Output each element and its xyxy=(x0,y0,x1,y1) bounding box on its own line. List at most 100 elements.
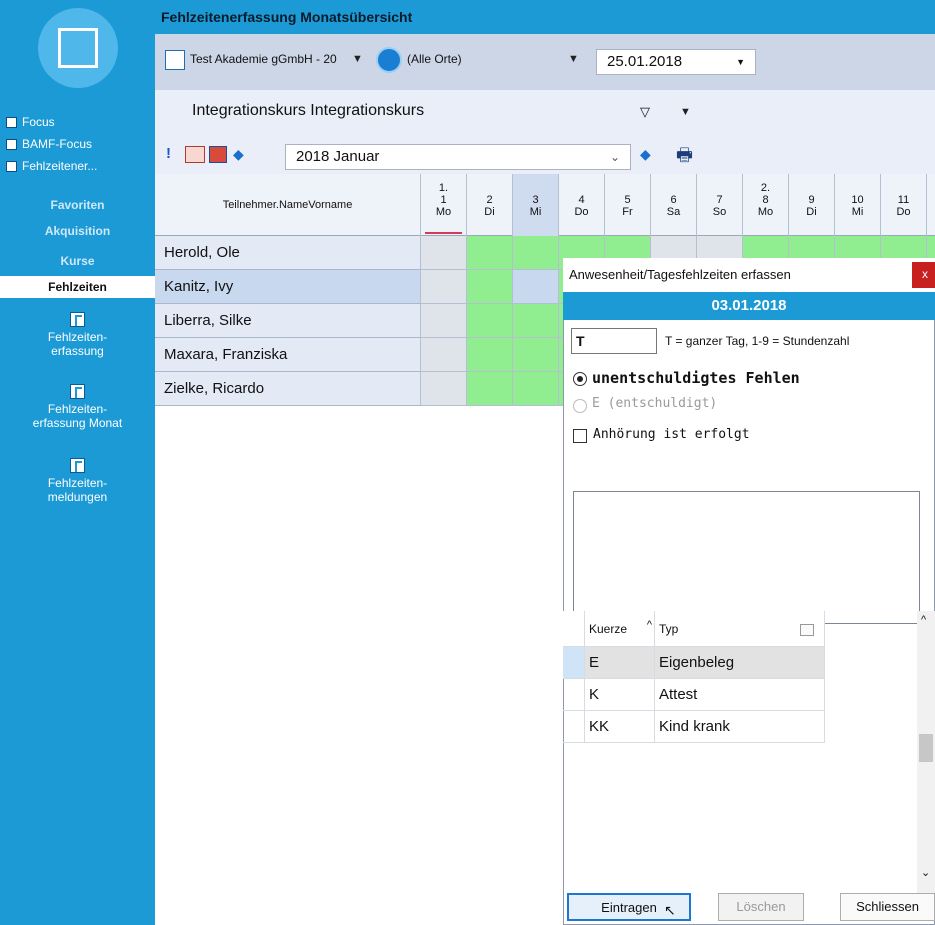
column-header-type[interactable]: Typ xyxy=(655,611,825,647)
day-header-num: 8 xyxy=(762,194,769,206)
calendar-icon[interactable] xyxy=(185,146,205,163)
attendance-cell[interactable] xyxy=(512,270,558,304)
close-button[interactable]: Schliessen xyxy=(840,893,935,921)
alert-icon[interactable]: ! xyxy=(166,145,171,162)
day-header-top xyxy=(651,182,696,194)
prev-month-icon[interactable]: ◆ xyxy=(233,146,244,163)
scroll-up-icon[interactable]: ^ xyxy=(921,614,926,626)
table-cell-code[interactable]: K xyxy=(585,679,655,711)
row-selector[interactable] xyxy=(563,679,585,711)
attendance-cell[interactable] xyxy=(420,372,466,406)
tool-fehlzeitenerfassung-monat[interactable]: Fehlzeiten- erfassung Monat xyxy=(0,384,155,430)
filter-icon[interactable]: ▽ xyxy=(640,104,650,120)
day-header[interactable]: 2 Di xyxy=(466,174,512,236)
sidebar-section-favoriten[interactable]: Favoriten xyxy=(0,194,155,216)
today-marker xyxy=(425,232,462,234)
attendance-cell[interactable] xyxy=(512,304,558,338)
table-cell-code[interactable]: KK xyxy=(585,711,655,743)
print-icon[interactable]: 🖶 xyxy=(676,143,693,173)
day-header-top xyxy=(789,182,834,194)
attendance-cell[interactable] xyxy=(420,270,466,304)
sidebar-section-kurse[interactable]: Kurse xyxy=(0,250,155,272)
table-cell-code[interactable]: E xyxy=(585,647,655,679)
grid-icon[interactable] xyxy=(209,146,227,163)
sidebar-section-akquisition[interactable]: Akquisition xyxy=(0,220,155,242)
attendance-cell[interactable] xyxy=(420,304,466,338)
checkbox-icon xyxy=(6,117,17,128)
day-header[interactable]: 4 Do xyxy=(558,174,604,236)
radio-excused-label[interactable]: E (entschuldigt) xyxy=(592,396,717,411)
next-month-icon[interactable]: ◆ xyxy=(640,146,651,163)
chevron-down-icon[interactable]: ▼ xyxy=(680,106,691,118)
day-header[interactable]: 9 Di xyxy=(788,174,834,236)
day-header[interactable]: 2. 8 Mo xyxy=(742,174,788,236)
radio-excused[interactable] xyxy=(573,399,587,413)
scrollbar-thumb[interactable] xyxy=(919,734,933,762)
day-header-wd: Mo xyxy=(757,206,774,218)
course-select[interactable]: Integrationskurs Integrationskurs xyxy=(192,102,424,120)
radio-unexcused[interactable] xyxy=(573,372,587,386)
day-header[interactable]: 3 Mi xyxy=(512,174,558,236)
absence-code-input[interactable]: T xyxy=(571,328,657,354)
date-picker[interactable]: 25.01.2018 ▼ xyxy=(596,49,756,75)
participant-row[interactable]: Maxara, Franziska xyxy=(155,338,420,372)
attendance-cell[interactable] xyxy=(466,236,512,270)
table-cell-type[interactable]: Attest xyxy=(655,679,825,711)
sidebar-link-label: Focus xyxy=(22,115,55,129)
tool-label: Fehlzeiten- erfassung Monat xyxy=(32,402,123,430)
month-select[interactable]: 2018 Januar ⌄ xyxy=(285,144,631,170)
day-header[interactable]: 1F xyxy=(926,174,935,236)
comment-textarea[interactable] xyxy=(573,491,920,624)
column-header-code[interactable]: Kuerze ^ xyxy=(585,611,655,647)
participant-row[interactable]: Kanitz, Ivy xyxy=(155,270,420,304)
chevron-down-icon: ▼ xyxy=(736,57,745,67)
attendance-cell[interactable] xyxy=(466,338,512,372)
table-cell-type[interactable]: Kind krank xyxy=(655,711,825,743)
day-header-top xyxy=(467,182,512,194)
participant-row[interactable]: Herold, Ole xyxy=(155,236,420,270)
chevron-down-icon[interactable]: ▼ xyxy=(352,53,363,65)
delete-button[interactable]: Löschen xyxy=(718,893,804,921)
day-header-wd: Mi xyxy=(851,206,864,218)
hearing-checkbox-label[interactable]: Anhörung ist erfolgt xyxy=(593,427,750,442)
row-selector[interactable] xyxy=(563,647,585,679)
tool-fehlzeitenerfassung[interactable]: Fehlzeiten- erfassung xyxy=(0,312,155,358)
sidebar-link-bamf-focus[interactable]: BAMF-Focus xyxy=(6,135,92,153)
day-header[interactable]: 5 Fr xyxy=(604,174,650,236)
day-header[interactable]: 1. 1 Mo xyxy=(420,174,466,236)
company-select[interactable]: Test Akademie gGmbH - 20 xyxy=(190,52,337,66)
hearing-checkbox[interactable] xyxy=(573,429,587,443)
attendance-cell[interactable] xyxy=(420,338,466,372)
sidebar-section-fehlzeiten[interactable]: Fehlzeiten xyxy=(0,276,155,298)
date-value: 25.01.2018 xyxy=(607,53,683,70)
radio-unexcused-label[interactable]: unentschuldigtes Fehlen xyxy=(592,369,800,387)
close-icon[interactable]: x xyxy=(912,262,935,288)
month-value: 2018 Januar xyxy=(296,148,380,165)
attendance-cell[interactable] xyxy=(420,236,466,270)
day-header-top: 1. xyxy=(438,182,449,194)
attendance-cell[interactable] xyxy=(466,270,512,304)
participant-row[interactable]: Liberra, Silke xyxy=(155,304,420,338)
day-header-top xyxy=(881,182,926,194)
cursor-icon: ↖ xyxy=(664,902,676,918)
column-chooser-icon[interactable] xyxy=(800,624,814,636)
day-header[interactable]: 11 Do xyxy=(880,174,926,236)
day-header[interactable]: 7 So xyxy=(696,174,742,236)
attendance-cell[interactable] xyxy=(466,372,512,406)
sidebar-link-focus[interactable]: Focus xyxy=(6,113,55,131)
attendance-cell[interactable] xyxy=(512,372,558,406)
row-selector[interactable] xyxy=(563,711,585,743)
tool-fehlzeitenmeldungen[interactable]: Fehlzeiten- meldungen xyxy=(0,458,155,504)
participant-row[interactable]: Zielke, Ricardo xyxy=(155,372,420,406)
chevron-down-icon[interactable]: ▼ xyxy=(568,53,579,65)
column-header-name[interactable]: Teilnehmer.NameVorname xyxy=(155,174,420,236)
table-cell-type[interactable]: Eigenbeleg xyxy=(655,647,825,679)
scroll-down-icon[interactable]: ⌄ xyxy=(921,866,930,879)
day-header[interactable]: 6 Sa xyxy=(650,174,696,236)
attendance-cell[interactable] xyxy=(512,338,558,372)
day-header[interactable]: 10 Mi xyxy=(834,174,880,236)
sidebar-link-fehlzeiten[interactable]: Fehlzeitener... xyxy=(6,157,97,175)
attendance-cell[interactable] xyxy=(466,304,512,338)
location-select[interactable]: (Alle Orte) xyxy=(407,52,462,66)
attendance-cell[interactable] xyxy=(512,236,558,270)
